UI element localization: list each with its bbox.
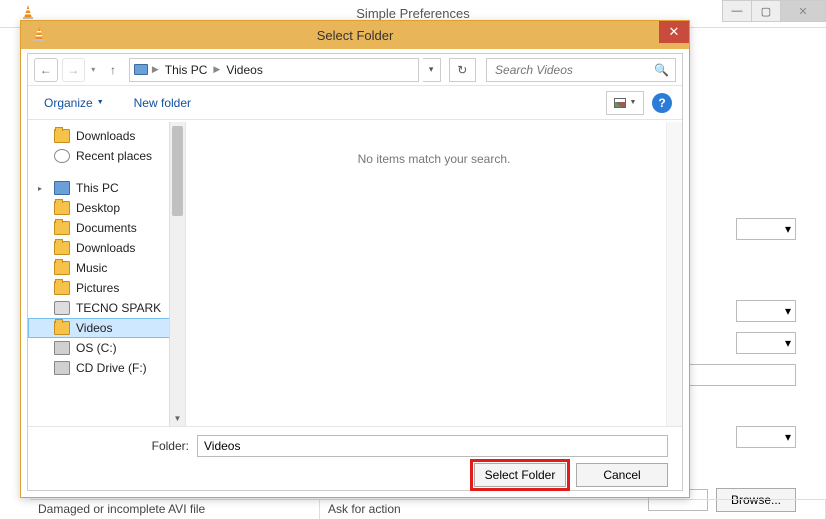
tree-item[interactable]: Documents bbox=[28, 218, 185, 238]
tree-label: OS (C:) bbox=[76, 341, 117, 355]
folder-icon bbox=[54, 261, 70, 275]
pc-icon bbox=[54, 181, 70, 195]
tree-label: Desktop bbox=[76, 201, 120, 215]
folder-icon bbox=[54, 129, 70, 143]
tree-item[interactable]: Downloads bbox=[28, 238, 185, 258]
search-icon: 🔍 bbox=[654, 63, 669, 77]
nav-bar: ← → ▾ ↑ ▶ This PC ▶ Videos ▾ ↻ 🔍 bbox=[28, 54, 682, 86]
tree-item-downloads-quick[interactable]: Downloads bbox=[28, 126, 185, 146]
forward-button[interactable]: → bbox=[62, 58, 86, 82]
dialog-footer: Folder: Select Folder Cancel bbox=[28, 426, 682, 490]
tree-label: This PC bbox=[76, 181, 119, 195]
breadcrumb[interactable]: ▶ This PC ▶ Videos bbox=[129, 58, 419, 82]
phone-icon bbox=[54, 301, 70, 315]
tree-label: Downloads bbox=[76, 129, 135, 143]
pref-combo[interactable]: ▾ bbox=[736, 300, 796, 322]
folder-icon bbox=[54, 321, 70, 335]
folder-icon bbox=[54, 201, 70, 215]
tree-label: Music bbox=[76, 261, 107, 275]
cancel-button[interactable]: Cancel bbox=[576, 463, 668, 487]
pref-combo[interactable]: ▾ bbox=[736, 332, 796, 354]
maximize-button[interactable]: ▢ bbox=[751, 0, 781, 22]
search-input[interactable] bbox=[493, 62, 654, 78]
tree-label: Documents bbox=[76, 221, 137, 235]
expand-icon[interactable]: ▸ bbox=[38, 184, 48, 193]
tree-label: TECNO SPARK bbox=[76, 301, 161, 315]
tree-label: Pictures bbox=[76, 281, 119, 295]
help-button[interactable]: ? bbox=[652, 93, 672, 113]
chevron-right-icon: ▶ bbox=[213, 64, 220, 75]
select-folder-button[interactable]: Select Folder bbox=[474, 463, 566, 487]
tree-item[interactable]: Music bbox=[28, 258, 185, 278]
bottom-cell-label: Damaged or incomplete AVI file bbox=[30, 500, 320, 519]
tree-item[interactable]: TECNO SPARK bbox=[28, 298, 185, 318]
new-folder-button[interactable]: New folder bbox=[128, 92, 197, 114]
organize-button[interactable]: Organize ▼ bbox=[38, 92, 110, 114]
tree-item[interactable]: Desktop bbox=[28, 198, 185, 218]
tree-item-recent-places[interactable]: Recent places bbox=[28, 146, 185, 166]
folder-label: Folder: bbox=[42, 439, 197, 453]
tree-label: Recent places bbox=[76, 149, 152, 163]
vlc-icon bbox=[31, 26, 47, 45]
pref-combo[interactable]: ▾ bbox=[736, 426, 796, 448]
file-list[interactable]: No items match your search. bbox=[186, 122, 682, 426]
close-button[interactable]: ✕ bbox=[780, 0, 826, 22]
folder-icon bbox=[54, 281, 70, 295]
view-mode-button[interactable]: ▼ bbox=[606, 91, 644, 115]
up-button[interactable]: ↑ bbox=[101, 58, 125, 82]
select-folder-dialog: Select Folder ✕ ← → ▾ ↑ ▶ This PC ▶ Vide… bbox=[20, 20, 690, 498]
content-scrollbar[interactable] bbox=[666, 122, 682, 426]
recent-icon bbox=[54, 149, 70, 163]
folder-icon bbox=[54, 221, 70, 235]
recent-dropdown-icon[interactable]: ▾ bbox=[89, 65, 97, 74]
drive-icon bbox=[54, 341, 70, 355]
crumb-leaf[interactable]: Videos bbox=[224, 63, 264, 77]
folder-icon bbox=[54, 241, 70, 255]
search-box[interactable]: 🔍 bbox=[486, 58, 676, 82]
bottom-table: Damaged or incomplete AVI file Ask for a… bbox=[30, 499, 826, 519]
dialog-close-button[interactable]: ✕ bbox=[659, 21, 689, 43]
tree-item[interactable]: CD Drive (F:) bbox=[28, 358, 185, 378]
empty-message: No items match your search. bbox=[186, 152, 682, 166]
dialog-title: Select Folder bbox=[21, 28, 689, 43]
tree-scrollbar[interactable]: ▲ ▼ bbox=[169, 122, 185, 426]
crumb-root[interactable]: This PC bbox=[163, 63, 210, 77]
pref-combo[interactable]: ▾ bbox=[736, 218, 796, 240]
scroll-thumb[interactable] bbox=[172, 126, 183, 216]
tree-label: CD Drive (F:) bbox=[76, 361, 147, 375]
tree-label: Videos bbox=[76, 321, 112, 335]
refresh-button[interactable]: ↻ bbox=[449, 58, 477, 82]
tree-label: Downloads bbox=[76, 241, 135, 255]
minimize-button[interactable]: — bbox=[722, 0, 752, 22]
chevron-down-icon: ▼ bbox=[97, 99, 104, 106]
chevron-right-icon: ▶ bbox=[152, 64, 159, 75]
toolbar: Organize ▼ New folder ▼ ? bbox=[28, 86, 682, 120]
bottom-cell-value: Ask for action bbox=[320, 500, 826, 519]
tree-item[interactable]: OS (C:) bbox=[28, 338, 185, 358]
navigation-tree: Downloads Recent places ▸ This PC Desktop… bbox=[28, 122, 186, 426]
dialog-titlebar[interactable]: Select Folder ✕ bbox=[21, 21, 689, 49]
organize-label: Organize bbox=[44, 96, 93, 110]
drive-icon bbox=[54, 361, 70, 375]
back-button[interactable]: ← bbox=[34, 58, 58, 82]
parent-title: Simple Preferences bbox=[0, 6, 826, 21]
folder-input[interactable] bbox=[197, 435, 668, 457]
tree-item[interactable]: Pictures bbox=[28, 278, 185, 298]
picture-icon bbox=[614, 98, 626, 108]
tree-item-this-pc[interactable]: ▸ This PC bbox=[28, 178, 185, 198]
scroll-down-icon[interactable]: ▼ bbox=[170, 410, 185, 426]
breadcrumb-dropdown[interactable]: ▾ bbox=[423, 58, 441, 82]
pc-icon bbox=[134, 64, 148, 75]
tree-item[interactable]: Videos bbox=[28, 318, 185, 338]
chevron-down-icon: ▼ bbox=[630, 99, 637, 106]
